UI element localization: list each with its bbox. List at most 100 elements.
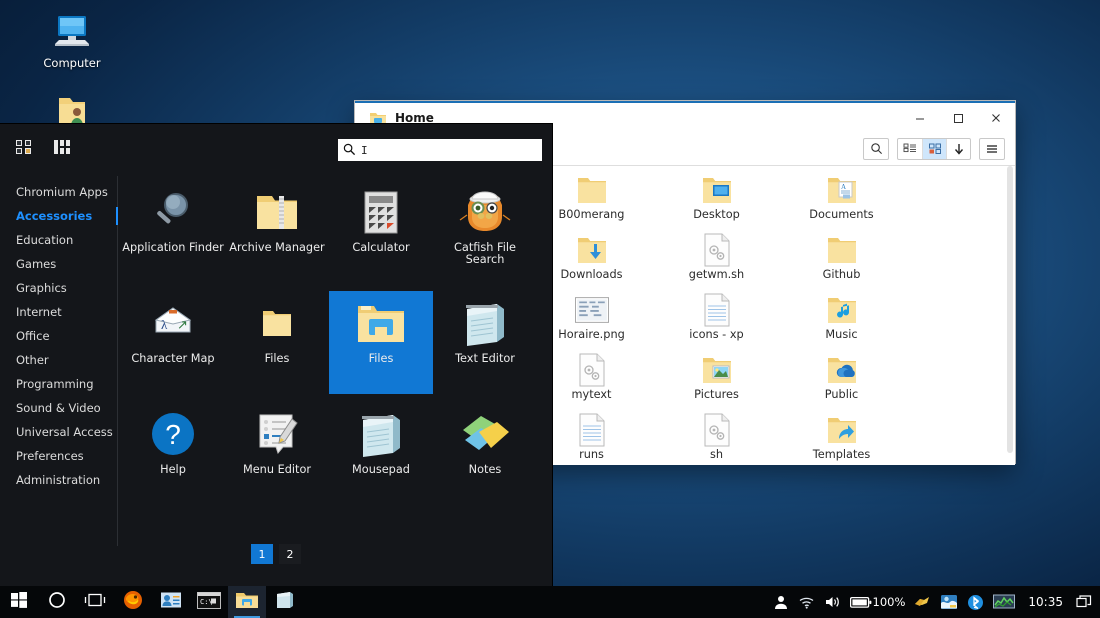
file-item[interactable]: Pictures: [654, 352, 779, 412]
view-mode-group: [897, 138, 971, 160]
notepad-icon: [355, 408, 407, 460]
menu-category-administration[interactable]: Administration: [0, 468, 117, 492]
app-item-label: Files: [265, 353, 290, 365]
minimize-button[interactable]: [901, 103, 939, 132]
file-item-label: Public: [825, 389, 858, 401]
updates-icon[interactable]: [940, 594, 958, 610]
contacts-button[interactable]: [152, 586, 190, 618]
file-manager-title: Home: [395, 111, 434, 125]
arrow-down-icon[interactable]: [946, 139, 970, 159]
clipboard-icon[interactable]: [914, 595, 931, 609]
menu-category-chromium-apps[interactable]: Chromium Apps: [0, 180, 117, 204]
app-item-application-finder[interactable]: Application Finder: [121, 180, 225, 283]
app-item-text-editor[interactable]: Text Editor: [433, 291, 537, 394]
svg-text:λ: λ: [161, 317, 168, 332]
category-label: Programming: [16, 377, 94, 391]
menu-category-preferences[interactable]: Preferences: [0, 444, 117, 468]
menu-category-other[interactable]: Other: [0, 348, 117, 372]
app-item-label: Files: [369, 353, 394, 365]
app-item-label: Catfish File Search: [433, 242, 537, 266]
list-icon[interactable]: [52, 138, 78, 156]
menu-category-programming[interactable]: Programming: [0, 372, 117, 396]
vertical-scrollbar[interactable]: [1005, 166, 1015, 465]
file-item[interactable]: Music: [779, 292, 904, 352]
firefox-button[interactable]: [114, 586, 152, 618]
desktop-icon-computer[interactable]: Computer: [24, 8, 120, 70]
menu-category-graphics[interactable]: Graphics: [0, 276, 117, 300]
folder-public-icon: [825, 352, 859, 388]
file-manager-button[interactable]: [228, 586, 266, 618]
task-view-button[interactable]: [76, 586, 114, 618]
category-label: Graphics: [16, 281, 67, 295]
app-item-mousepad[interactable]: Mousepad: [329, 402, 433, 505]
application-menu[interactable]: Chromium AppsAccessoriesEducation Games Gr…: [0, 124, 552, 586]
bluetooth-icon[interactable]: [967, 594, 984, 611]
file-item-label: Downloads: [560, 269, 622, 281]
app-item-catfish-file-search[interactable]: Catfish File Search: [433, 180, 537, 283]
menu-category-office[interactable]: Office: [0, 324, 117, 348]
battery-indicator[interactable]: 100%: [850, 595, 906, 609]
app-item-files[interactable]: Files: [225, 291, 329, 394]
search-input[interactable]: I: [338, 139, 542, 161]
menu-category-universal-access[interactable]: Universal Access: [0, 420, 117, 444]
file-item[interactable]: Github: [779, 232, 904, 292]
app-item-files[interactable]: Files: [329, 291, 433, 394]
search-icon[interactable]: [864, 139, 888, 159]
grid-icon[interactable]: [14, 138, 40, 156]
app-item-notes[interactable]: Notes: [433, 402, 537, 505]
volume-icon[interactable]: [824, 595, 841, 609]
app-item-help[interactable]: ?Help: [121, 402, 225, 505]
cortana-button[interactable]: [38, 586, 76, 618]
list-view-icon[interactable]: [898, 139, 922, 159]
file-item[interactable]: getwm.sh: [654, 232, 779, 292]
show-desktop-button[interactable]: [1076, 595, 1092, 609]
catfish-icon: [459, 186, 511, 238]
close-button[interactable]: [977, 103, 1015, 132]
category-label: Games: [16, 257, 56, 271]
app-item-character-map[interactable]: λ↗Character Map: [121, 291, 225, 394]
file-item-label: icons - xp: [689, 329, 743, 341]
file-item[interactable]: sh: [654, 412, 779, 465]
menu-category-internet[interactable]: Internet: [0, 300, 117, 324]
app-item-calculator[interactable]: Calculator: [329, 180, 433, 283]
file-grid: B00merang Desktop ADocuments Downloads g…: [523, 166, 1005, 465]
app-item-label: Mousepad: [352, 464, 410, 476]
folder-documents-icon: A: [825, 172, 859, 208]
menu-category-accessories[interactable]: Accessories: [0, 204, 117, 228]
svg-text:C:\: C:\: [200, 598, 213, 606]
wifi-icon[interactable]: [798, 595, 815, 609]
text-editor-button[interactable]: [266, 586, 304, 618]
calculator-icon: [355, 186, 407, 238]
icon-view-icon[interactable]: [922, 139, 946, 159]
script-file-icon: [700, 232, 734, 268]
start-button[interactable]: [0, 586, 38, 618]
maximize-button[interactable]: [939, 103, 977, 132]
menu-page-1[interactable]: 1: [251, 544, 273, 564]
file-item[interactable]: Templates: [779, 412, 904, 465]
scrollbar-thumb[interactable]: [1007, 166, 1013, 453]
terminal-button[interactable]: C:\: [190, 586, 228, 618]
app-item-archive-manager[interactable]: Archive Manager: [225, 180, 329, 283]
app-item-label: Menu Editor: [243, 464, 311, 476]
help-icon: ?: [147, 408, 199, 460]
menu-category-games[interactable]: Games: [0, 252, 117, 276]
app-item-label: Archive Manager: [229, 242, 324, 254]
menu-category-education[interactable]: Education: [0, 228, 117, 252]
menu-page-2[interactable]: 2: [279, 544, 301, 564]
folder-pictures-icon: [700, 352, 734, 388]
folder-music-icon: [825, 292, 859, 328]
file-item[interactable]: ADocuments: [779, 172, 904, 232]
user-icon[interactable]: [773, 594, 789, 610]
app-item-menu-editor[interactable]: Menu Editor: [225, 402, 329, 505]
hamburger-icon[interactable]: [980, 139, 1004, 159]
clock[interactable]: 10:35: [1024, 595, 1067, 609]
text-file-icon: [575, 412, 609, 448]
file-item[interactable]: icons - xp: [654, 292, 779, 352]
svg-text:↗: ↗: [177, 317, 188, 332]
archive-folder-icon: [251, 186, 303, 238]
file-item[interactable]: Public: [779, 352, 904, 412]
file-item[interactable]: Desktop: [654, 172, 779, 232]
menu-category-sound-video[interactable]: Sound & Video: [0, 396, 117, 420]
file-item-label: B00merang: [559, 209, 625, 221]
network-monitor-icon[interactable]: [993, 594, 1015, 610]
